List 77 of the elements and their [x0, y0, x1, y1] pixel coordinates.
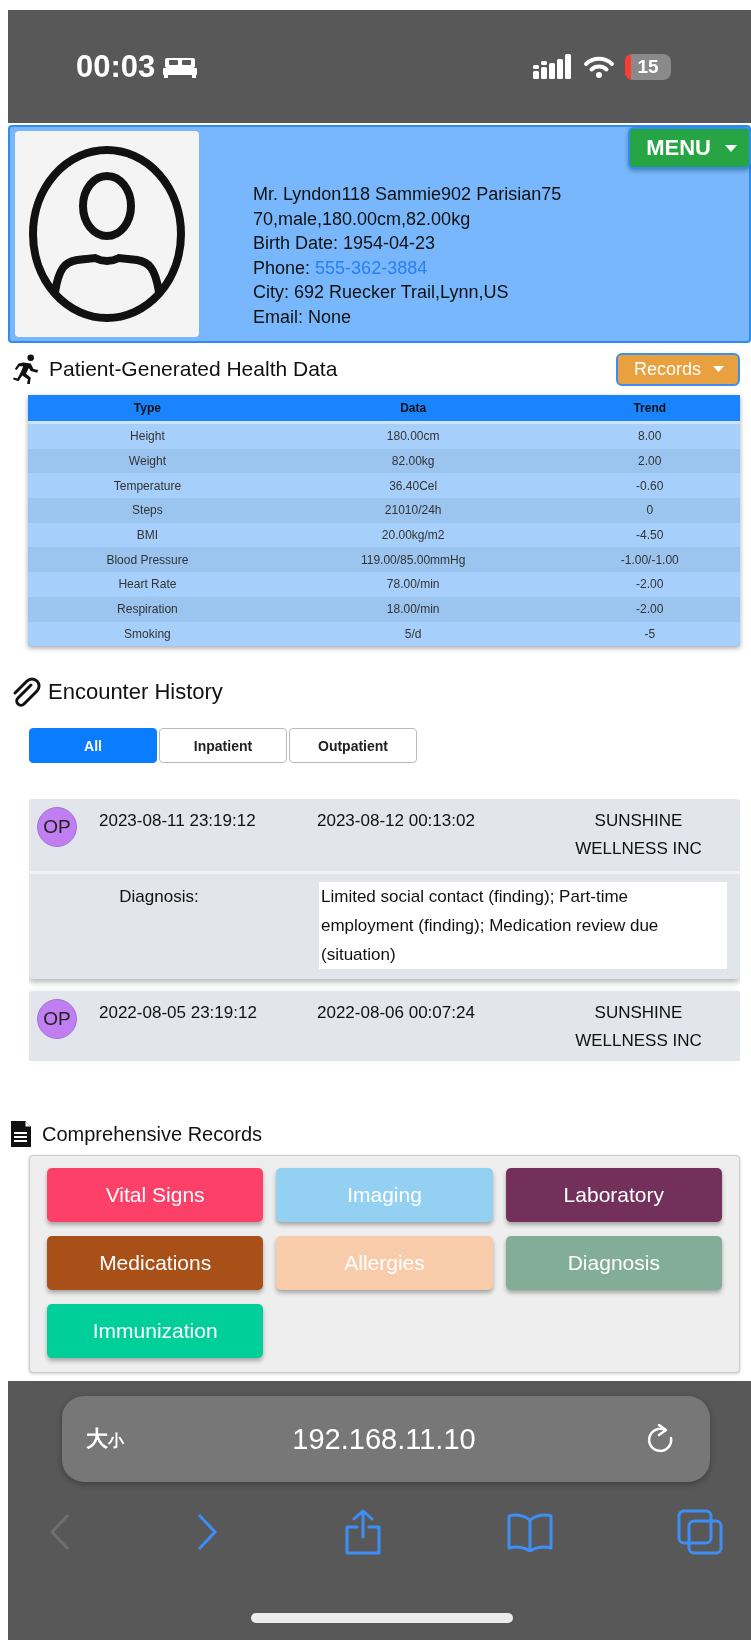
patient-detail: Birth Date: 1954-04-23: [253, 232, 437, 255]
encounter-type-badge: OP: [37, 999, 77, 1040]
table-cell: 21010/24h: [266, 498, 560, 523]
record-category-button[interactable]: Vital Signs: [47, 1168, 264, 1223]
signal-icon: [533, 53, 571, 80]
tabs-icon[interactable]: [677, 1509, 723, 1556]
filter-tab[interactable]: All: [29, 728, 157, 764]
menu-button[interactable]: MENU: [628, 127, 751, 169]
document-icon: [10, 1121, 32, 1148]
encounter-type-badge: OP: [37, 807, 77, 848]
table-cell: Heart Rate: [28, 572, 267, 597]
patient-detail: Email: None: [253, 305, 353, 329]
table-cell: -2.00: [559, 596, 740, 622]
column-header: Data: [266, 395, 560, 423]
avatar-icon: [27, 144, 187, 324]
organization-name: SUNSHINE WELLNESS INC: [574, 1002, 703, 1053]
end-time: 2023-08-12 00:13:02: [317, 810, 476, 833]
patient-summary: 70,male,180.00cm,82.00kg: [253, 207, 472, 231]
column-header: Type: [28, 395, 267, 423]
section-title: Comprehensive Records: [42, 1122, 263, 1146]
table-cell: Respiration: [28, 596, 267, 622]
clock-time: 00:03: [76, 48, 156, 85]
table-cell: 180.00cm: [266, 422, 560, 449]
diagnosis-text: Limited social contact (finding); Part-time employment (finding); Medication review due (situation): [319, 882, 727, 970]
section-title: Encounter History: [48, 679, 223, 706]
open-book-icon[interactable]: [505, 1512, 554, 1553]
table-cell: 82.00kg: [266, 448, 560, 474]
filter-tab[interactable]: Inpatient: [159, 728, 287, 764]
table-cell: -5: [559, 621, 740, 647]
table-cell: Smoking: [28, 621, 267, 647]
patient-name: Mr. Lyndon118 Sammie902 Parisian75: [253, 183, 562, 206]
table-cell: Temperature: [28, 473, 267, 499]
records-button[interactable]: Records: [615, 352, 740, 386]
detail-label: Phone:: [253, 257, 311, 278]
reload-icon[interactable]: [646, 1424, 674, 1455]
table-cell: 36.40Cel: [266, 473, 560, 499]
url-text: 192.168.11.10: [291, 1422, 477, 1456]
caret-icon: [725, 144, 737, 152]
organization-name: SUNSHINE WELLNESS INC: [574, 810, 703, 861]
encounter-card[interactable]: OP 2023-08-11 23:19:12 2023-08-12 00:13:02 SUNSHINE WELLNESS INC Diagnosis: Limited social contact (finding); Part-time employment (finding); Medication review due (situation): [29, 799, 740, 980]
table-cell: Height: [28, 422, 267, 449]
table-cell: Weight: [28, 448, 267, 474]
record-category-button[interactable]: Immunization: [47, 1304, 264, 1359]
table-cell: 5/d: [266, 621, 560, 647]
patient-detail: City: 692 Ruecker Trail,Lynn,US: [253, 281, 510, 304]
table-cell: -4.50: [559, 522, 740, 548]
table-cell: Steps: [28, 498, 267, 523]
forward-icon[interactable]: [195, 1512, 220, 1553]
start-time: 2023-08-11 23:19:12: [99, 810, 257, 833]
diagnosis-label: Diagnosis:: [118, 886, 200, 909]
table-cell: 78.00/min: [266, 572, 560, 597]
table-cell: -0.60: [559, 473, 740, 499]
bed-icon: [163, 55, 198, 78]
record-category-button[interactable]: Medications: [47, 1236, 264, 1291]
filter-tab[interactable]: Outpatient: [289, 728, 417, 764]
end-time: 2022-08-06 00:07:24: [317, 1002, 476, 1025]
home-indicator[interactable]: [251, 1613, 513, 1624]
encounter-card[interactable]: OP 2022-08-05 23:19:12 2022-08-06 00:07:24 SUNSHINE WELLNESS INC: [29, 991, 740, 1062]
wifi-icon: [583, 54, 615, 79]
table-cell: Blood Pressure: [28, 547, 267, 573]
table-cell: 20.00kg/m2: [266, 522, 560, 548]
table-cell: 2.00: [559, 448, 740, 474]
battery-indicator: 15: [625, 53, 671, 80]
section-title: Patient-Generated Health Data: [49, 357, 339, 381]
table-cell: 18.00/min: [266, 596, 560, 622]
caret-icon: [713, 366, 724, 372]
running-person-icon: [11, 354, 41, 384]
table-cell: BMI: [28, 522, 267, 548]
start-time: 2022-08-05 23:19:12: [99, 1002, 258, 1025]
record-category-button[interactable]: Laboratory: [505, 1168, 722, 1223]
table-cell: -1.00/-1.00: [559, 547, 740, 573]
column-header: Trend: [559, 395, 740, 423]
table-cell: 8.00: [559, 422, 740, 449]
table-cell: 0: [559, 498, 740, 523]
record-category-button[interactable]: Diagnosis: [505, 1236, 722, 1291]
table-cell: 119.00/85.00mmHg: [266, 547, 560, 573]
table-cell: -2.00: [559, 572, 740, 597]
